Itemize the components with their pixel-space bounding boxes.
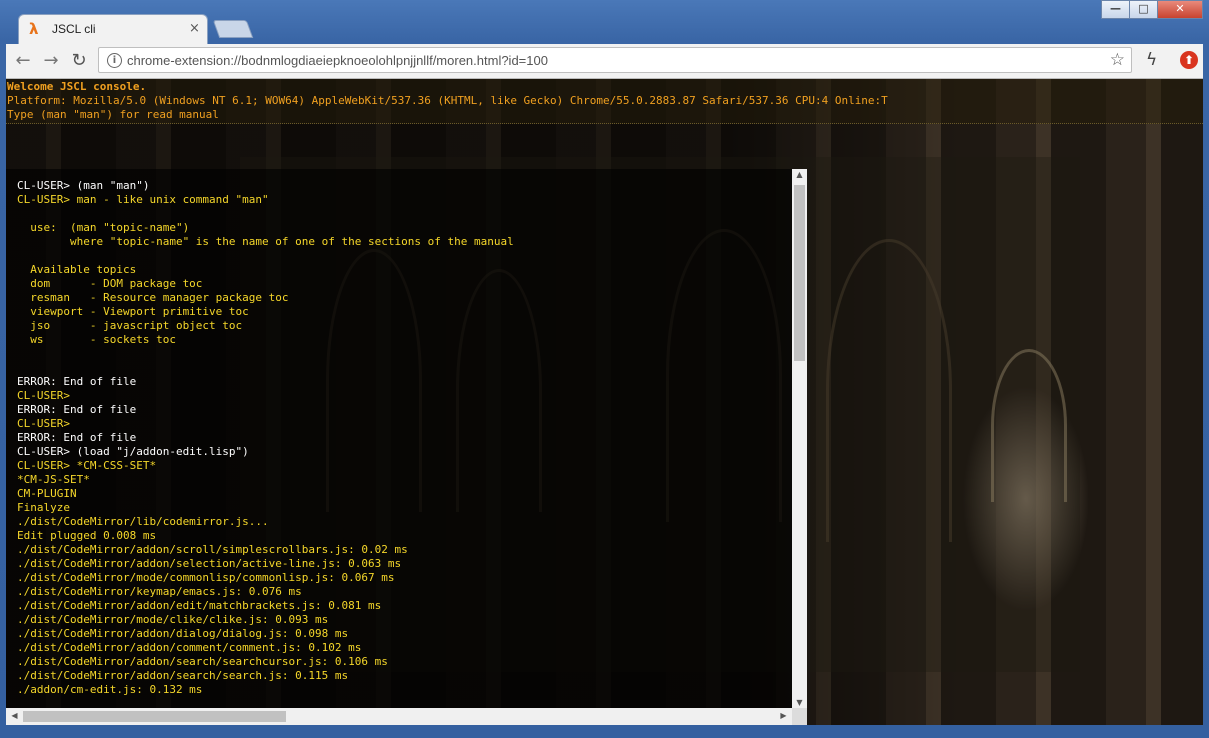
tab-strip: λ JSCL cli × — □ ✕ (0, 0, 1209, 44)
console-header: Welcome JSCL console. Platform: Mozilla/… (6, 79, 1203, 124)
info-icon[interactable]: i (107, 53, 122, 68)
extension-icon[interactable]: ϟ (1146, 50, 1157, 70)
console-line: ERROR: End of file (17, 375, 137, 388)
console-output[interactable]: CL-USER> (man "man") CL-USER> man - like … (6, 169, 807, 725)
console-line: Available topics (17, 263, 137, 276)
forward-arrow-icon[interactable]: → (40, 50, 62, 72)
scroll-down-icon[interactable]: ▼ (792, 698, 807, 707)
console-line: ./dist/CodeMirror/addon/comment/comment.… (17, 641, 362, 654)
vertical-scrollbar[interactable]: ▲ ▼ (792, 169, 807, 708)
console-line: *CM-JS-SET* (17, 473, 90, 486)
console-line: Edit plugged 0.008 ms (17, 529, 157, 542)
bookmark-star-icon[interactable]: ☆ (1110, 50, 1125, 70)
console-line: CL-USER> man - like unix command "man" (17, 193, 269, 206)
console-line: where "topic-name" is the name of one of… (17, 235, 514, 248)
scroll-right-icon[interactable]: ▶ (776, 711, 791, 720)
scrollbar-corner (792, 708, 807, 725)
console-line: CL-USER> (17, 389, 70, 402)
console-line: ./dist/CodeMirror/keymap/emacs.js: 0.076… (17, 585, 302, 598)
console-line: ./dist/CodeMirror/addon/search/search.js… (17, 669, 349, 682)
console-line: ./dist/CodeMirror/addon/search/searchcur… (17, 655, 388, 668)
console-line: ./dist/CodeMirror/addon/selection/active… (17, 557, 402, 570)
console-line: Finalyze (17, 501, 70, 514)
console-line: dom - DOM package toc (17, 277, 203, 290)
console-line: ./addon/cm-edit.js: 0.132 ms (17, 683, 203, 696)
address-bar[interactable]: i chrome-extension://bodnmlogdiaeiepknoe… (98, 47, 1132, 73)
horizontal-scroll-thumb[interactable] (23, 711, 286, 722)
url-text[interactable]: chrome-extension://bodnmlogdiaeiepknoeol… (127, 53, 548, 68)
console-line: CL-USER> (17, 417, 70, 430)
horizontal-scrollbar[interactable]: ◀ ▶ (6, 708, 792, 725)
console-line: ERROR: End of file (17, 403, 137, 416)
lambda-icon: λ (29, 20, 39, 38)
console-line: CM-PLUGIN (17, 487, 77, 500)
new-tab-button[interactable] (212, 20, 254, 38)
browser-window: λ JSCL cli × — □ ✕ ← → ↻ i chrome-extens… (0, 0, 1209, 738)
welcome-line: Welcome JSCL console. (7, 80, 147, 93)
vertical-scroll-thumb[interactable] (794, 185, 805, 361)
console-line: use: (man "topic-name") (17, 221, 190, 234)
close-icon[interactable]: × (189, 21, 200, 36)
platform-line: Platform: Mozilla/5.0 (Windows NT 6.1; W… (7, 94, 888, 107)
console-line: jso - javascript object toc (17, 319, 243, 332)
console-line: CL-USER> *CM-CSS-SET* (17, 459, 157, 472)
scroll-left-icon[interactable]: ◀ (7, 711, 22, 720)
console-line: resman - Resource manager package toc (17, 291, 289, 304)
scroll-up-icon[interactable]: ▲ (792, 170, 807, 179)
update-icon[interactable]: ⬆ (1180, 51, 1198, 69)
console-line: CL-USER> (load "j/addon-edit.lisp") (17, 445, 249, 458)
console-line: ./dist/CodeMirror/addon/scroll/simplescr… (17, 543, 408, 556)
console-line: viewport - Viewport primitive toc (17, 305, 249, 318)
page-content: Welcome JSCL console. Platform: Mozilla/… (6, 79, 1203, 725)
console-line: ./dist/CodeMirror/mode/commonlisp/common… (17, 571, 395, 584)
tab-title: JSCL cli (52, 22, 96, 36)
back-arrow-icon[interactable]: ← (12, 50, 34, 72)
maximize-button[interactable]: □ (1129, 0, 1158, 19)
console-line: ws - sockets toc (17, 333, 176, 346)
reload-icon[interactable]: ↻ (68, 50, 90, 72)
browser-toolbar: ← → ↻ i chrome-extension://bodnmlogdiaei… (6, 44, 1203, 79)
window-close-button[interactable]: ✕ (1157, 0, 1203, 19)
window-controls: — □ ✕ (1101, 0, 1203, 19)
minimize-button[interactable]: — (1101, 0, 1130, 19)
console-lines: CL-USER> (man "man") CL-USER> man - like … (17, 179, 514, 697)
console-line: ./dist/CodeMirror/addon/edit/matchbracke… (17, 599, 382, 612)
tab-jscl-cli[interactable]: λ JSCL cli × (18, 14, 208, 44)
console-line: ./dist/CodeMirror/addon/dialog/dialog.js… (17, 627, 349, 640)
manual-hint-line: Type (man "man") for read manual (7, 108, 219, 121)
console-line: CL-USER> (man "man") (17, 179, 150, 192)
console-line: ./dist/CodeMirror/lib/codemirror.js... (17, 515, 269, 528)
console-line: ./dist/CodeMirror/mode/clike/clike.js: 0… (17, 613, 329, 626)
console-line: ERROR: End of file (17, 431, 137, 444)
